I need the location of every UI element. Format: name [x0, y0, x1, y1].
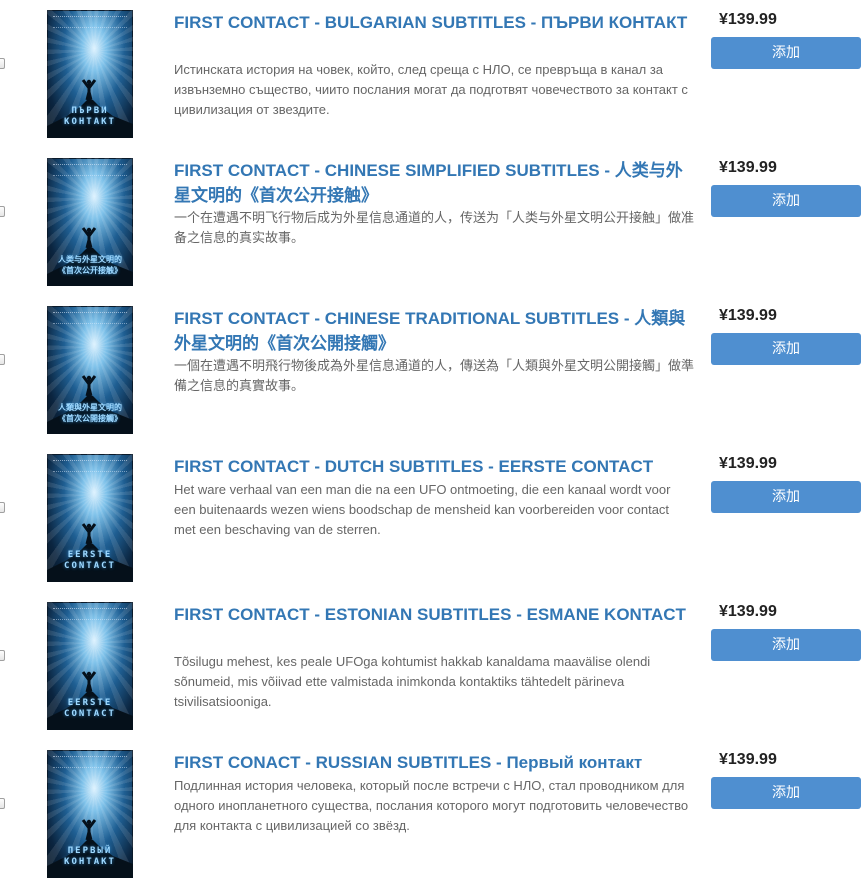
product-cover-image[interactable]: EERSTE CONTACT: [47, 454, 133, 582]
cover-header-text: [53, 16, 127, 28]
product-title-link[interactable]: FIRST CONTACT - BULGARIAN SUBTITLES - ПЪ…: [174, 10, 689, 35]
select-checkbox[interactable]: [0, 798, 5, 809]
cover-title: ПЕРВЫЙ КОНТАКТ: [64, 846, 116, 867]
product-item: 人類與外星文明的 《首次公開接觸》 FIRST CONTACT - CHINES…: [0, 296, 867, 444]
product-description: Подлинная история человека, который посл…: [174, 778, 689, 833]
select-checkbox[interactable]: [0, 502, 5, 513]
product-item: ПЪРВИ КОНТАКТ FIRST CONTACT - BULGARIAN …: [0, 0, 867, 148]
product-price: ¥139.99: [719, 603, 777, 620]
product-title-link[interactable]: FIRST CONTACT - DUTCH SUBTITLES - EERSTE…: [174, 454, 689, 479]
add-button[interactable]: 添加: [711, 185, 861, 217]
cover-header-text: [53, 164, 127, 176]
add-button[interactable]: 添加: [711, 481, 861, 513]
cover-title: EERSTE CONTACT: [64, 550, 116, 571]
product-cover-image[interactable]: ПЪРВИ КОНТАКТ: [47, 10, 133, 138]
add-button[interactable]: 添加: [711, 37, 861, 69]
product-description: Tõsilugu mehest, kes peale UFOga kohtumi…: [174, 654, 651, 709]
product-description: 一個在遭遇不明飛行物後成為外星信息通道的人，傳送為「人類與外星文明公開接觸」做準…: [174, 358, 695, 393]
product-price: ¥139.99: [719, 159, 777, 176]
product-title-link[interactable]: FIRST CONACT - RUSSIAN SUBTITLES - Первы…: [174, 750, 689, 775]
select-checkbox[interactable]: [0, 206, 5, 217]
cover-title: ПЪРВИ КОНТАКТ: [64, 106, 116, 127]
product-title-link[interactable]: FIRST CONTACT - CHINESE TRADITIONAL SUBT…: [174, 306, 689, 356]
cover-header-text: [53, 608, 127, 620]
select-checkbox[interactable]: [0, 354, 5, 365]
cover-header-text: [53, 756, 127, 768]
select-checkbox[interactable]: [0, 650, 5, 661]
product-description: 一个在遭遇不明飞行物后成为外星信息通道的人，传送为「人类与外星文明公开接触」做准…: [174, 210, 695, 245]
add-button[interactable]: 添加: [711, 777, 861, 809]
cover-title: EERSTE CONTACT: [64, 698, 116, 719]
product-cover-image[interactable]: EERSTE CONTACT: [47, 602, 133, 730]
product-price: ¥139.99: [719, 11, 777, 28]
product-cover-image[interactable]: 人类与外星文明的 《首次公开接触》: [47, 158, 133, 286]
product-cover-image[interactable]: ПЕРВЫЙ КОНТАКТ: [47, 750, 133, 878]
product-price: ¥139.99: [719, 307, 777, 324]
cover-title: 人類與外星文明的 《首次公開接觸》: [58, 403, 122, 423]
select-checkbox[interactable]: [0, 58, 5, 69]
product-description: Het ware verhaal van een man die na een …: [174, 482, 671, 537]
product-cover-image[interactable]: 人類與外星文明的 《首次公開接觸》: [47, 306, 133, 434]
product-item: 人类与外星文明的 《首次公开接触》 FIRST CONTACT - CHINES…: [0, 148, 867, 296]
product-item: EERSTE CONTACT FIRST CONTACT - ESTONIAN …: [0, 592, 867, 740]
product-item: EERSTE CONTACT FIRST CONTACT - DUTCH SUB…: [0, 444, 867, 592]
product-title-link[interactable]: FIRST CONTACT - ESTONIAN SUBTITLES - ESM…: [174, 602, 689, 627]
product-price: ¥139.99: [719, 455, 777, 472]
cover-header-text: [53, 312, 127, 324]
cover-title: 人类与外星文明的 《首次公开接触》: [58, 255, 122, 275]
add-button[interactable]: 添加: [711, 333, 861, 365]
cover-header-text: [53, 460, 127, 472]
product-price: ¥139.99: [719, 751, 777, 768]
product-item: ПЕРВЫЙ КОНТАКТ FIRST CONACT - RUSSIAN SU…: [0, 740, 867, 888]
product-description: Истинската история на човек, който, след…: [174, 62, 688, 117]
product-title-link[interactable]: FIRST CONTACT - CHINESE SIMPLIFIED SUBTI…: [174, 158, 689, 208]
add-button[interactable]: 添加: [711, 629, 861, 661]
